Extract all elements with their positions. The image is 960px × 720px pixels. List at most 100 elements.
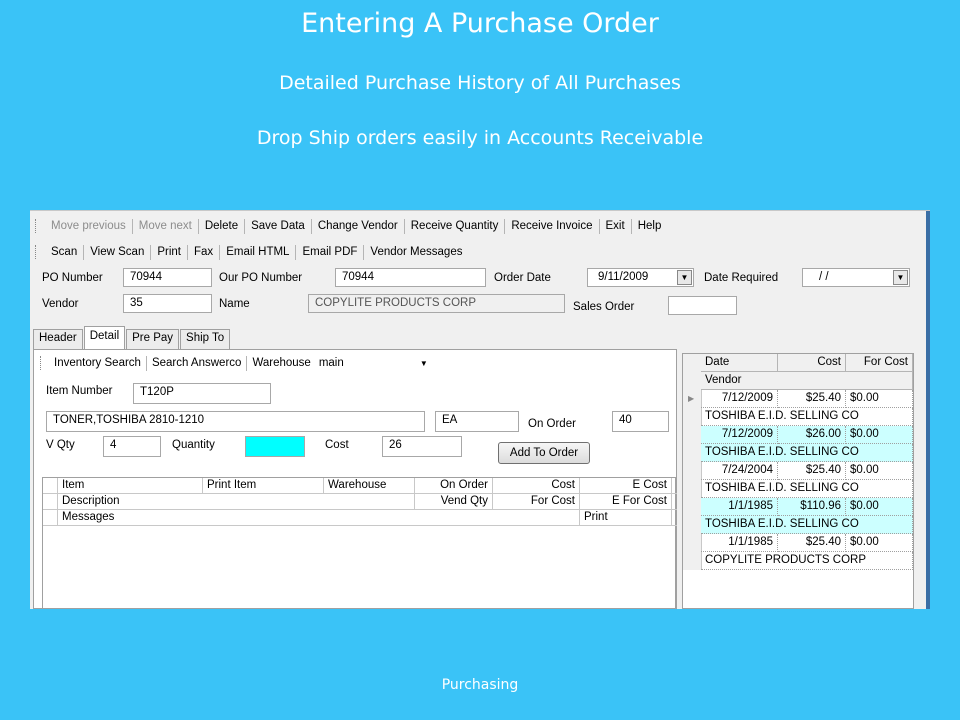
history-vendor: TOSHIBA E.I.D. SELLING CO — [701, 408, 913, 426]
email-html-button[interactable]: Email HTML — [220, 246, 295, 258]
move-previous-button[interactable]: Move previous — [45, 220, 132, 232]
slide-title: Entering A Purchase Order — [301, 8, 659, 39]
on-order-field[interactable]: 40 — [612, 411, 669, 432]
history-row-vendor[interactable]: COPYLITE PRODUCTS CORP — [683, 552, 913, 570]
history-row[interactable]: 7/24/2004 $25.40 $0.00 — [683, 462, 913, 480]
warehouse-value: main — [318, 357, 344, 369]
history-row[interactable]: ▶ 7/12/2009 $25.40 $0.00 — [683, 390, 913, 408]
row-header — [683, 426, 702, 444]
tab-ship-to[interactable]: Ship To — [180, 329, 231, 350]
item-number-field[interactable]: T120P — [133, 383, 271, 404]
grid-header-row-2: Description Vend Qty For Cost E For Cost — [43, 494, 677, 510]
history-row-vendor[interactable]: TOSHIBA E.I.D. SELLING CO — [683, 480, 913, 498]
sales-order-field[interactable] — [668, 296, 737, 315]
help-button[interactable]: Help — [632, 220, 668, 232]
add-to-order-button[interactable]: Add To Order — [498, 442, 590, 464]
receive-invoice-button[interactable]: Receive Invoice — [505, 220, 598, 232]
row-pointer-icon: ▶ — [688, 394, 695, 403]
col-on-order[interactable]: On Order — [415, 478, 493, 493]
vendor-name-field: COPYLITE PRODUCTS CORP — [308, 294, 565, 313]
history-date: 1/1/1985 — [701, 534, 778, 552]
history-date: 7/24/2004 — [701, 462, 778, 480]
col-for-cost[interactable]: For Cost — [846, 354, 913, 372]
history-date: 7/12/2009 — [701, 426, 778, 444]
col-messages[interactable]: Messages — [58, 510, 580, 525]
col-vend-qty[interactable]: Vend Qty — [415, 494, 493, 509]
col-e-for-cost[interactable]: E For Cost — [580, 494, 672, 509]
date-required-label: Date Required — [704, 272, 779, 284]
col-cost[interactable]: Cost — [778, 354, 846, 372]
vendor-label: Vendor — [42, 298, 79, 310]
vqty-field[interactable]: 4 — [103, 436, 161, 457]
print-button[interactable]: Print — [151, 246, 187, 258]
cost-field[interactable]: 26 — [382, 436, 462, 457]
order-date-value: 9/11/2009 — [598, 271, 649, 283]
tab-detail[interactable]: Detail — [83, 326, 126, 350]
unit-field[interactable]: EA — [435, 411, 519, 432]
toolbar-grip[interactable] — [35, 245, 39, 259]
history-for-cost: $0.00 — [846, 426, 913, 444]
history-cost: $25.40 — [778, 462, 846, 480]
email-pdf-button[interactable]: Email PDF — [296, 246, 363, 258]
purchase-order-window: Move previous Move next Delete Save Data… — [30, 210, 930, 609]
history-row-vendor[interactable]: TOSHIBA E.I.D. SELLING CO — [683, 408, 913, 426]
col-for-cost[interactable]: For Cost — [493, 494, 580, 509]
col-cost[interactable]: Cost — [493, 478, 580, 493]
history-cost: $110.96 — [778, 498, 846, 516]
slide-subtitle-history: Detailed Purchase History of All Purchas… — [279, 72, 681, 94]
slide-footer: Purchasing — [441, 677, 519, 693]
history-row-vendor[interactable]: TOSHIBA E.I.D. SELLING CO — [683, 444, 913, 462]
slide-subtitle-dropship: Drop Ship orders easily in Accounts Rece… — [256, 127, 704, 149]
row-header — [683, 534, 702, 552]
date-required-value: / / — [819, 271, 829, 283]
history-row[interactable]: 1/1/1985 $110.96 $0.00 — [683, 498, 913, 516]
col-print[interactable]: Print — [580, 510, 672, 525]
vendor-field[interactable]: 35 — [123, 294, 212, 313]
col-warehouse[interactable]: Warehouse — [324, 478, 415, 493]
col-print-item[interactable]: Print Item — [203, 478, 324, 493]
warehouse-select[interactable]: main ▼ — [316, 353, 431, 373]
quantity-field[interactable] — [245, 436, 305, 457]
history-row-vendor[interactable]: TOSHIBA E.I.D. SELLING CO — [683, 516, 913, 534]
history-header-row-vendor: Vendor — [683, 372, 913, 390]
chevron-down-icon: ▼ — [419, 358, 428, 368]
delete-button[interactable]: Delete — [199, 220, 244, 232]
history-vendor: TOSHIBA E.I.D. SELLING CO — [701, 444, 913, 462]
item-description-field[interactable]: TONER,TOSHIBA 2810-1210 — [46, 411, 425, 432]
save-data-button[interactable]: Save Data — [245, 220, 311, 232]
change-vendor-button[interactable]: Change Vendor — [312, 220, 404, 232]
tab-pre-pay[interactable]: Pre Pay — [126, 329, 180, 350]
col-date[interactable]: Date — [701, 354, 778, 372]
col-vendor[interactable]: Vendor — [701, 372, 913, 390]
cost-label: Cost — [325, 439, 349, 451]
exit-button[interactable]: Exit — [600, 220, 631, 232]
scan-button[interactable]: Scan — [45, 246, 83, 258]
view-scan-button[interactable]: View Scan — [84, 246, 150, 258]
history-vendor: TOSHIBA E.I.D. SELLING CO — [701, 480, 913, 498]
po-number-field[interactable]: 70944 — [123, 268, 212, 287]
vendor-messages-button[interactable]: Vendor Messages — [364, 246, 468, 258]
inventory-search-button[interactable]: Inventory Search — [49, 357, 146, 369]
tab-strip: Header Detail Pre Pay Ship To — [33, 326, 231, 350]
history-row[interactable]: 7/12/2009 $26.00 $0.00 — [683, 426, 913, 444]
order-date-picker[interactable]: 9/11/2009 ▼ — [587, 268, 694, 287]
col-description[interactable]: Description — [58, 494, 415, 509]
our-po-number-label: Our PO Number — [219, 272, 303, 284]
toolbar-grip[interactable] — [35, 219, 39, 233]
date-required-picker[interactable]: / / ▼ — [802, 268, 910, 287]
order-date-label: Order Date — [494, 272, 551, 284]
col-e-cost[interactable]: E Cost — [580, 478, 672, 493]
receive-quantity-button[interactable]: Receive Quantity — [405, 220, 505, 232]
toolbar-grip[interactable] — [40, 356, 44, 370]
col-item[interactable]: Item — [58, 478, 203, 493]
move-next-button[interactable]: Move next — [133, 220, 198, 232]
our-po-number-field[interactable]: 70944 — [335, 268, 486, 287]
search-answerco-button[interactable]: Search Answerco — [147, 357, 247, 369]
tab-header[interactable]: Header — [33, 329, 83, 350]
on-order-label: On Order — [528, 418, 576, 430]
fax-button[interactable]: Fax — [188, 246, 219, 258]
history-row[interactable]: 1/1/1985 $25.40 $0.00 — [683, 534, 913, 552]
date-required-dropdown-icon[interactable]: ▼ — [893, 270, 908, 285]
vqty-label: V Qty — [46, 439, 75, 451]
order-date-dropdown-icon[interactable]: ▼ — [677, 270, 692, 285]
